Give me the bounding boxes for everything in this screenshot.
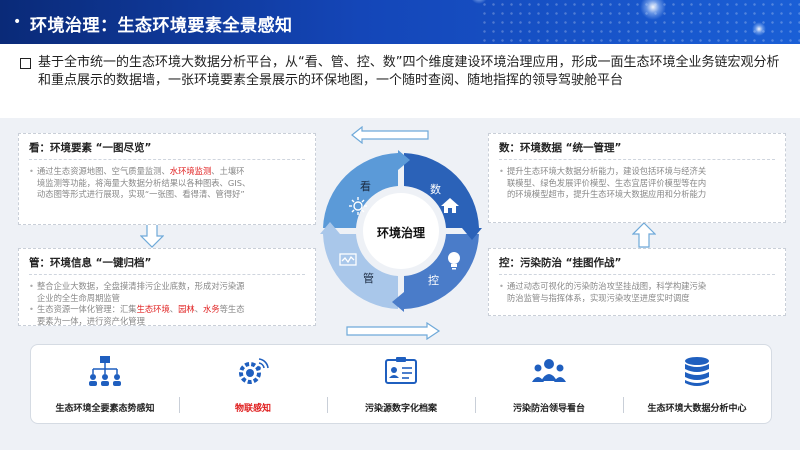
feature-label-iot: 物联感知	[234, 404, 271, 414]
feature-item-analysis-center[interactable]: 生态环境大数据分析中心	[623, 345, 771, 425]
feature-item-archive[interactable]: 污染源数字化档案	[327, 345, 475, 425]
card-shu-title: 数：环境数据 “统一管理”	[499, 142, 622, 154]
segment-label-guan: 管	[363, 272, 374, 285]
header-banner: • 环境治理：生态环境要素全景感知	[0, 0, 800, 44]
card-guan-bullet-1: 整合企业大数据，全盘摸清排污企业底数，形成对污染源企业的全生命周期监管	[29, 281, 305, 304]
segment-label-shu: 数	[430, 183, 441, 196]
card-kan-bullet: 通过生态资源地图、空气质量监测、水环境监测、土壤环境监测等功能，将海量大数据分析…	[29, 166, 305, 201]
id-card-icon	[385, 357, 417, 384]
card-kan-title: 看：环境要素 “一图尽览”	[29, 142, 152, 154]
header-bullet: •	[13, 14, 22, 30]
intro-text: 基于全市统一的生态环境大数据分析平台，从“看、管、控、数”四个维度建设环境治理应…	[38, 55, 780, 88]
top-left-arrow-icon	[351, 126, 429, 144]
feature-label-archive: 污染源数字化档案	[364, 404, 437, 414]
down-arrow-icon	[140, 222, 164, 248]
feature-item-situation[interactable]: 生态环境全要素态势感知	[31, 345, 179, 425]
checkbox-square-icon	[20, 58, 31, 69]
card-guan-title: 管：环境信息 “一键归档”	[29, 257, 152, 269]
database-icon	[685, 357, 709, 386]
card-shu-bullet: 提升生态环境大数据分析能力，建设包括环境与经济关联模型、绿色发展评价模型、生态宜…	[499, 166, 775, 201]
card-kong: 控：污染防治 “挂图作战” 通过动态可视化的污染防治攻坚挂战图，科学构建污染防治…	[488, 248, 786, 316]
card-guan: 管：环境信息 “一键归档” 整合企业大数据，全盘摸清排污企业底数，形成对污染源企…	[18, 248, 316, 326]
feature-label-analysis-center: 生态环境大数据分析中心	[647, 404, 747, 414]
feature-item-leader-view[interactable]: 污染防治领导看台	[475, 345, 623, 425]
cycle-center-label: 环境治理	[376, 226, 425, 240]
feature-label-leader-view: 污染防治领导看台	[512, 404, 585, 414]
card-guan-bullet-2: 生态资源一体化管理：汇集生态环境、园林、水务等生态要素为一体，进行资产化管理	[29, 304, 305, 327]
iot-gear-icon	[239, 358, 269, 384]
up-arrow-icon	[632, 222, 656, 248]
feature-item-iot[interactable]: 物联感知	[179, 345, 327, 425]
card-kong-bullet: 通过动态可视化的污染防治攻坚挂战图，科学构建污染防治监管与指挥体系，实现污染攻坚…	[499, 281, 775, 304]
bottom-feature-bar: 生态环境全要素态势感知 物联感知 污染源数字化档案 污染防治领导看台 生态环境大…	[30, 344, 772, 424]
card-shu: 数：环境数据 “统一管理” 提升生态环境大数据分析能力，建设包括环境与经济关联模…	[488, 133, 786, 223]
page-title: 环境治理：生态环境要素全景感知	[30, 16, 293, 36]
card-kong-title: 控：污染防治 “挂图作战”	[499, 257, 622, 269]
header-glow-decoration	[752, 22, 766, 36]
card-kan: 看：环境要素 “一图尽览” 通过生态资源地图、空气质量监测、水环境监测、土壤环境…	[18, 133, 316, 225]
segment-label-kong: 控	[428, 274, 439, 287]
people-icon	[532, 359, 566, 382]
segment-label-kan: 看	[360, 180, 371, 193]
feature-label-situation: 生态环境全要素态势感知	[55, 404, 155, 414]
intro-section: 基于全市统一的生态环境大数据分析平台，从“看、管、控、数”四个维度建设环境治理应…	[20, 54, 782, 90]
hierarchy-icon	[89, 356, 121, 386]
bottom-right-arrow-icon	[346, 322, 441, 340]
